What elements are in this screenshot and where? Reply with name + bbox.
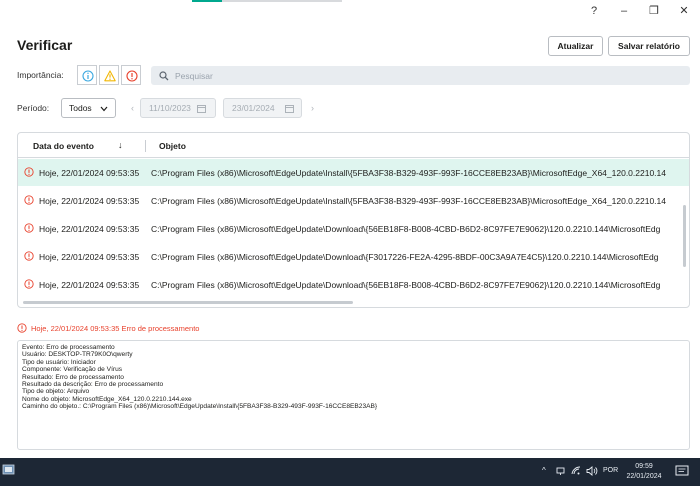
row-date: Hoje, 22/01/2024 09:53:35 <box>39 280 140 290</box>
error-icon <box>24 279 34 289</box>
period-next-arrow[interactable]: › <box>311 103 314 113</box>
period-label: Período: <box>17 103 50 113</box>
events-table: Data do evento ↓ Objeto Hoje, 22/01/2024… <box>17 132 690 308</box>
row-object: C:\Program Files (x86)\Microsoft\EdgeUpd… <box>151 224 661 234</box>
period-prev-arrow[interactable]: ‹ <box>131 103 134 113</box>
table-header: Data do evento ↓ Objeto <box>18 133 689 158</box>
sort-descending-icon[interactable]: ↓ <box>118 140 123 150</box>
column-header-date[interactable]: Data do evento <box>33 141 94 151</box>
restore-button[interactable]: ❐ <box>644 3 664 19</box>
search-input[interactable] <box>175 66 675 85</box>
row-date: Hoje, 22/01/2024 09:53:35 <box>39 224 140 234</box>
importance-info-toggle[interactable] <box>77 65 97 85</box>
row-date: Hoje, 22/01/2024 09:53:35 <box>39 252 140 262</box>
date-from-field[interactable]: 11/10/2023 <box>140 98 216 118</box>
detail-line: Componente: Verificação de Vírus <box>22 366 123 374</box>
help-button[interactable]: ? <box>584 3 604 19</box>
detail-line: Tipo de objeto: Arquivo <box>22 388 90 396</box>
error-icon <box>24 251 34 261</box>
close-button[interactable]: ✕ <box>674 3 694 19</box>
vertical-scrollbar[interactable] <box>683 205 686 267</box>
row-date: Hoje, 22/01/2024 09:53:35 <box>39 196 140 206</box>
update-button[interactable]: Atualizar <box>548 36 603 56</box>
network-icon[interactable] <box>556 466 566 476</box>
tab-indicator-active <box>192 0 222 2</box>
error-icon <box>126 70 138 82</box>
app-taskbar-icon[interactable] <box>2 463 16 477</box>
table-row[interactable]: Hoje, 22/01/2024 09:53:35 C:\Program File… <box>18 271 689 298</box>
column-divider[interactable] <box>145 140 146 152</box>
save-report-button[interactable]: Salvar relatório <box>608 36 690 56</box>
table-row[interactable]: Hoje, 22/01/2024 09:53:35 C:\Program File… <box>18 159 689 186</box>
period-select[interactable]: Todos <box>61 98 116 118</box>
importance-warning-toggle[interactable] <box>99 65 119 85</box>
date-from-value: 11/10/2023 <box>149 103 191 113</box>
table-row[interactable]: Hoje, 22/01/2024 09:53:35 C:\Program File… <box>18 215 689 242</box>
date-to-field[interactable]: 23/01/2024 <box>223 98 302 118</box>
detail-line: Nome do objeto: MicrosoftEdge_X64_120.0.… <box>22 395 192 403</box>
detail-line: Caminho do objeto.: C:\Program Files (x8… <box>22 403 378 411</box>
detail-line: Usuário: DESKTOP-TR79K0O\qwerty <box>22 351 133 359</box>
search-box[interactable] <box>151 66 690 85</box>
importance-label: Importância: <box>17 70 64 80</box>
chevron-down-icon <box>100 106 108 112</box>
row-object: C:\Program Files (x86)\Microsoft\EdgeUpd… <box>151 196 666 206</box>
row-object: C:\Program Files (x86)\Microsoft\EdgeUpd… <box>151 280 661 290</box>
minimize-button[interactable]: – <box>614 3 634 19</box>
detail-line: Resultado: Erro de processamento <box>22 373 124 381</box>
calendar-icon <box>197 105 206 113</box>
search-icon <box>159 71 169 81</box>
detail-line: Resultado da descrição: Erro de processa… <box>22 381 164 389</box>
event-details-panel[interactable]: Evento: Erro de processamento Usuário: DE… <box>17 340 690 450</box>
language-indicator[interactable]: POR <box>603 467 618 474</box>
detail-line: Evento: Erro de processamento <box>22 344 115 351</box>
importance-error-toggle[interactable] <box>121 65 141 85</box>
calendar-icon <box>285 105 294 113</box>
clock-date: 22/01/2024 <box>626 473 662 480</box>
detail-line: Tipo de usuário: Iniciador <box>22 358 96 366</box>
notification-icon[interactable] <box>675 465 689 478</box>
details-header-text: Hoje, 22/01/2024 09:53:35 Erro de proces… <box>31 324 200 333</box>
error-icon <box>24 167 34 177</box>
tray-chevron-icon[interactable]: ^ <box>542 466 546 475</box>
row-object: C:\Program Files (x86)\Microsoft\EdgeUpd… <box>151 252 659 262</box>
row-object: C:\Program Files (x86)\Microsoft\EdgeUpd… <box>151 168 666 178</box>
clock-time: 09:59 <box>635 463 653 470</box>
period-select-value: Todos <box>69 103 92 113</box>
page-title: Verificar <box>17 37 73 53</box>
taskbar-clock[interactable]: 09:59 22/01/2024 <box>622 462 666 482</box>
volume-icon[interactable] <box>586 466 598 476</box>
warning-icon <box>104 70 116 82</box>
error-icon <box>24 223 34 233</box>
title-bar: ? – ❐ ✕ <box>0 0 700 22</box>
info-icon <box>82 70 94 82</box>
horizontal-scrollbar[interactable] <box>23 301 353 304</box>
tab-indicator <box>222 0 342 2</box>
error-icon <box>24 195 34 205</box>
date-to-value: 23/01/2024 <box>232 103 275 113</box>
table-row[interactable]: Hoje, 22/01/2024 09:53:35 C:\Program File… <box>18 243 689 270</box>
column-header-object[interactable]: Objeto <box>159 141 186 151</box>
wifi-icon[interactable] <box>571 466 581 476</box>
error-icon <box>17 323 27 333</box>
row-date: Hoje, 22/01/2024 09:53:35 <box>39 168 140 178</box>
table-row[interactable]: Hoje, 22/01/2024 09:53:35 C:\Program File… <box>18 187 689 214</box>
